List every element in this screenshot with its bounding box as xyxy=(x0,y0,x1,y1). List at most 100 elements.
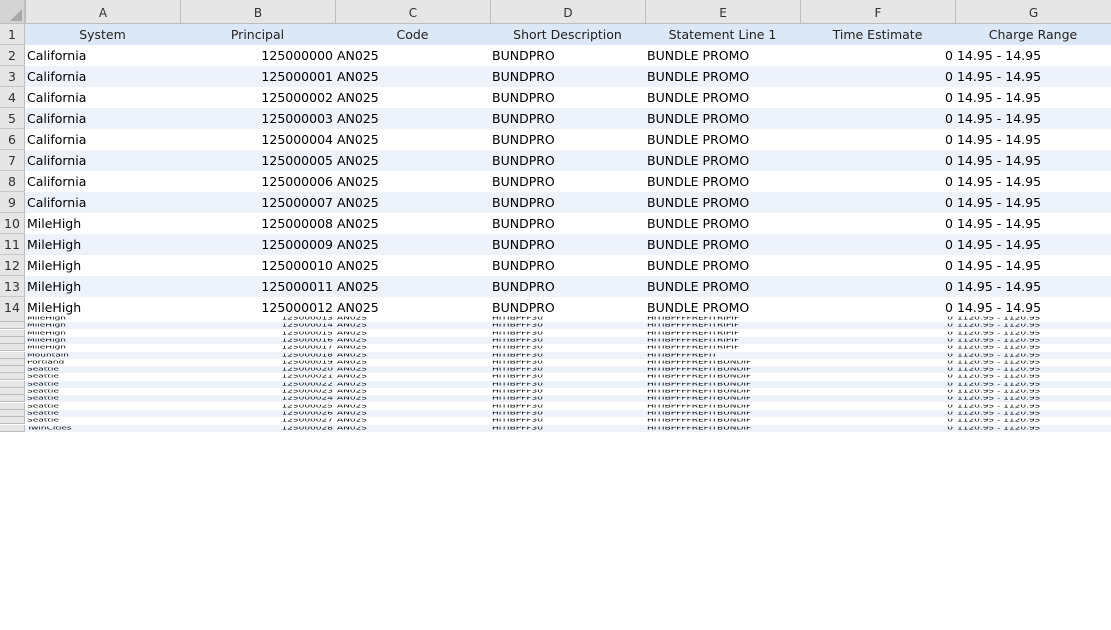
cell-b[interactable]: 125000016 xyxy=(180,338,335,342)
cell-f[interactable]: 0 xyxy=(800,346,955,350)
cell-f[interactable]: 0 xyxy=(800,368,955,372)
cell-c[interactable]: AN025 xyxy=(335,426,490,430)
cell-b[interactable]: 125000008 xyxy=(180,213,335,234)
cell-c[interactable]: AN025 xyxy=(335,375,490,379)
cell-f[interactable]: 0 xyxy=(800,338,955,342)
cell-a[interactable]: MileHigh xyxy=(25,255,180,276)
cell-d[interactable]: HITIBPFF30 xyxy=(490,390,645,394)
cell-b[interactable]: 125000000 xyxy=(180,45,335,66)
cell-a[interactable]: California xyxy=(25,66,180,87)
cell-g[interactable]: 14.95 - 14.95 xyxy=(955,150,1111,171)
cell-e[interactable]: HITIBPFFFREFITBUNDIF xyxy=(645,360,800,364)
cell-g[interactable]: 14.95 - 14.95 xyxy=(955,276,1111,297)
cell-c[interactable]: AN025 xyxy=(335,192,490,213)
column-header-a[interactable]: A xyxy=(25,0,180,24)
cell-e[interactable]: BUNDLE PROMO xyxy=(645,276,800,297)
cell-g[interactable]: 1120.95 - 1120.95 xyxy=(955,397,1111,401)
column-header-f[interactable]: F xyxy=(800,0,955,24)
cell-c[interactable]: AN025 xyxy=(335,382,490,386)
cell-g[interactable]: 1120.95 - 1120.95 xyxy=(955,353,1111,357)
cell-g[interactable]: 14.95 - 14.95 xyxy=(955,45,1111,66)
row-number[interactable] xyxy=(0,402,25,410)
cell-f[interactable]: 0 xyxy=(800,45,955,66)
cell-f[interactable]: 0 xyxy=(800,213,955,234)
cell-e[interactable]: HITIBPFFFREFITBUNDIF xyxy=(645,390,800,394)
cell-a[interactable]: MileHigh xyxy=(25,234,180,255)
cell-b[interactable]: 125000027 xyxy=(180,419,335,423)
select-all-corner[interactable] xyxy=(0,0,25,24)
row-number[interactable]: 3 xyxy=(0,66,25,87)
row-number[interactable] xyxy=(0,358,25,366)
cell-b[interactable]: 125000018 xyxy=(180,353,335,357)
cell-b[interactable]: 125000026 xyxy=(180,411,335,415)
row-number[interactable] xyxy=(0,351,25,359)
row-number[interactable] xyxy=(0,366,25,374)
cell-e[interactable]: BUNDLE PROMO xyxy=(645,129,800,150)
cell-d[interactable]: BUNDPRO xyxy=(490,192,645,213)
cell-b[interactable]: 125000006 xyxy=(180,171,335,192)
cell-c[interactable]: AN025 xyxy=(335,276,490,297)
cell-c[interactable]: AN025 xyxy=(335,234,490,255)
cell-a[interactable]: California xyxy=(25,45,180,66)
cell-b[interactable]: 125000005 xyxy=(180,150,335,171)
cell-g[interactable]: 1120.95 - 1120.95 xyxy=(955,360,1111,364)
cell-c[interactable]: AN025 xyxy=(335,338,490,342)
cell-g[interactable]: 1120.95 - 1120.95 xyxy=(955,419,1111,423)
cell-f[interactable]: 0 xyxy=(800,426,955,430)
cell-d[interactable]: HITIBPFF30 xyxy=(490,382,645,386)
cell-e[interactable]: HITIBPFFFREFITRIPIF xyxy=(645,346,800,350)
cell-d[interactable]: HITIBPFF30 xyxy=(490,346,645,350)
cell-d[interactable]: BUNDPRO xyxy=(490,171,645,192)
cell-d[interactable]: HITIBPFF30 xyxy=(490,360,645,364)
cell-b[interactable]: 125000002 xyxy=(180,87,335,108)
cell-g[interactable]: 1120.95 - 1120.95 xyxy=(955,375,1111,379)
cell-c[interactable]: AN025 xyxy=(335,324,490,328)
cell-f[interactable]: 0 xyxy=(800,150,955,171)
cell-g[interactable]: Charge Range xyxy=(955,24,1111,45)
cell-f[interactable]: 0 xyxy=(800,419,955,423)
cell-a[interactable]: Seattle xyxy=(25,375,180,379)
column-header-b[interactable]: B xyxy=(180,0,335,24)
cell-g[interactable]: 14.95 - 14.95 xyxy=(955,171,1111,192)
cell-d[interactable]: HITIBPFF30 xyxy=(490,317,645,321)
cell-g[interactable]: 14.95 - 14.95 xyxy=(955,213,1111,234)
cell-e[interactable]: HITIBPFFFREFITBUNDIF xyxy=(645,404,800,408)
cell-f[interactable]: 0 xyxy=(800,404,955,408)
cell-f[interactable]: 0 xyxy=(800,353,955,357)
cell-a[interactable]: California xyxy=(25,87,180,108)
cell-e[interactable]: BUNDLE PROMO xyxy=(645,213,800,234)
cell-a[interactable]: California xyxy=(25,171,180,192)
cell-g[interactable]: 1120.95 - 1120.95 xyxy=(955,411,1111,415)
cell-e[interactable]: HITIBPFFFREFIT xyxy=(645,353,800,357)
cell-f[interactable]: 0 xyxy=(800,360,955,364)
column-header-e[interactable]: E xyxy=(645,0,800,24)
cell-a[interactable]: MileHigh xyxy=(25,276,180,297)
cell-f[interactable]: 0 xyxy=(800,192,955,213)
row-number[interactable]: 7 xyxy=(0,150,25,171)
row-number[interactable] xyxy=(0,409,25,417)
column-header-d[interactable]: D xyxy=(490,0,645,24)
cell-e[interactable]: HITIBPFFFREFITBUNDIF xyxy=(645,382,800,386)
cell-e[interactable]: BUNDLE PROMO xyxy=(645,192,800,213)
cell-b[interactable]: 125000020 xyxy=(180,368,335,372)
cell-a[interactable]: California xyxy=(25,150,180,171)
cell-d[interactable]: HITIBPFF30 xyxy=(490,411,645,415)
cell-a[interactable]: Portland xyxy=(25,360,180,364)
cell-f[interactable]: 0 xyxy=(800,108,955,129)
cell-b[interactable]: 125000022 xyxy=(180,382,335,386)
cell-b[interactable]: 125000024 xyxy=(180,397,335,401)
cell-a[interactable]: California xyxy=(25,129,180,150)
cell-b[interactable]: 125000023 xyxy=(180,390,335,394)
cell-f[interactable]: 0 xyxy=(800,255,955,276)
row-number[interactable]: 1 xyxy=(0,24,25,45)
cell-c[interactable]: AN025 xyxy=(335,411,490,415)
row-number[interactable] xyxy=(0,329,25,337)
cell-c[interactable]: AN025 xyxy=(335,419,490,423)
cell-g[interactable]: 14.95 - 14.95 xyxy=(955,234,1111,255)
cell-c[interactable]: AN025 xyxy=(335,45,490,66)
row-number[interactable] xyxy=(0,388,25,395)
cell-g[interactable]: 1120.95 - 1120.95 xyxy=(955,346,1111,350)
cell-g[interactable]: 1120.95 - 1120.95 xyxy=(955,404,1111,408)
cell-d[interactable]: HITIBPFF30 xyxy=(490,331,645,335)
cell-d[interactable]: BUNDPRO xyxy=(490,213,645,234)
